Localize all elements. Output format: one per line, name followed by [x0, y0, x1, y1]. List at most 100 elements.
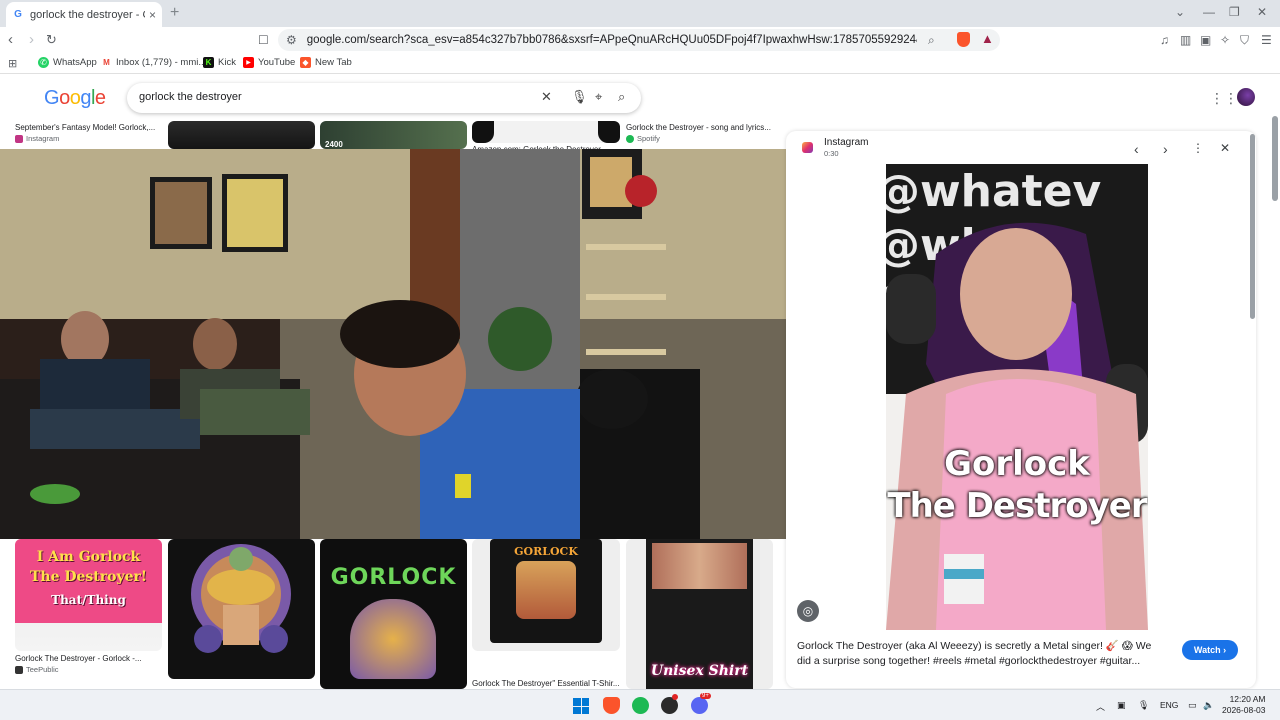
next-icon[interactable]: ›: [1163, 141, 1168, 157]
bookmark-youtube[interactable]: ▶ YouTube: [243, 57, 295, 68]
close-icon[interactable]: ✕: [1220, 141, 1230, 155]
search-query[interactable]: gorlock the destroyer: [139, 91, 242, 103]
spotify-icon[interactable]: [632, 697, 649, 714]
forward-icon[interactable]: ›: [29, 31, 34, 49]
site-info-icon[interactable]: ⚙: [286, 33, 297, 47]
search-box[interactable]: gorlock the destroyer ✕ 🎙 ⌖ ⌕: [127, 83, 641, 113]
avatar[interactable]: [1237, 88, 1255, 106]
voice-search-icon[interactable]: 🎙: [571, 89, 588, 105]
minimize-button[interactable]: —: [1203, 5, 1215, 19]
video-duration: 0:30: [824, 149, 839, 158]
url-text: google.com/search?sca_esv=a854c327b7bb07…: [306, 34, 917, 46]
logo-letter: G: [44, 87, 60, 109]
clear-search-icon[interactable]: ✕: [541, 89, 552, 105]
result-image[interactable]: Unisex Shirt: [626, 539, 773, 689]
network-icon[interactable]: ▭: [1188, 700, 1197, 711]
google-logo[interactable]: Google: [44, 87, 106, 110]
result-caption[interactable]: Gorlock The Destroyer" Essential T-Shir.…: [472, 679, 620, 688]
video-player[interactable]: [0, 149, 811, 539]
reel-title-line2: The Destroyer: [887, 486, 1147, 526]
brave-icon[interactable]: [603, 697, 620, 714]
bookmark-label: New Tab: [315, 57, 352, 68]
new-tab-button[interactable]: +: [170, 4, 179, 22]
result-image[interactable]: GORLOCK: [320, 539, 467, 689]
volume-icon[interactable]: 🔈: [1203, 700, 1214, 711]
result-image[interactable]: [168, 121, 315, 149]
result-caption[interactable]: Gorlock the Destroyer - song and lyrics.…: [626, 123, 776, 132]
windows-start-icon[interactable]: [573, 698, 589, 714]
logo-letter: o: [59, 87, 70, 109]
result-image[interactable]: GORLOCK: [472, 539, 620, 651]
panel-source[interactable]: Instagram: [824, 137, 868, 148]
tee-text: GORLOCK: [514, 545, 578, 558]
kick-icon: K: [203, 57, 214, 68]
spotify-icon: [626, 134, 634, 143]
image-preview-panel: Instagram 0:30 ‹ › ⋮ ✕ @whatev @whate @w…: [786, 131, 1256, 688]
previous-icon[interactable]: ‹: [1134, 141, 1139, 157]
menu-icon[interactable]: ☰: [1261, 31, 1272, 49]
bookmark-gmail[interactable]: M Inbox (1,779) - mmi...: [101, 57, 206, 68]
active-tab[interactable]: G gorlock the destroyer - Google Search …: [6, 2, 162, 27]
bookmark-new-tab[interactable]: ◆ New Tab: [300, 57, 352, 68]
more-options-icon[interactable]: ⋮: [1192, 141, 1204, 155]
reel-thumbnail[interactable]: @whatev @whate @wh Gorlock The Destroyer: [886, 164, 1148, 630]
google-favicon-icon: G: [14, 9, 22, 20]
tab-strip: G gorlock the destroyer - Google Search …: [0, 0, 1280, 27]
bookmark-label: Kick: [218, 57, 236, 68]
browser-toolbar: ‹ › ↻ ☐ ⚙ google.com/search?sca_esv=a854…: [0, 27, 1280, 54]
discord-icon[interactable]: [691, 697, 708, 714]
zoom-icon[interactable]: ⌕: [928, 31, 935, 49]
clock[interactable]: 12:20 AM 2026-08-03: [1222, 694, 1265, 716]
leo-ai-icon[interactable]: ✧: [1220, 31, 1230, 49]
gmail-icon: M: [101, 57, 112, 68]
bookmark-kick[interactable]: K Kick: [203, 57, 236, 68]
discord-badge: 9+: [700, 693, 711, 699]
maximize-button[interactable]: ❐: [1229, 5, 1240, 19]
result-image[interactable]: [168, 539, 315, 679]
logo-letter: o: [69, 87, 81, 109]
address-bar[interactable]: ⚙ google.com/search?sca_esv=a854c327b7bb…: [278, 29, 1000, 51]
panel-scrollbar[interactable]: [1250, 134, 1255, 319]
apps-grid-icon[interactable]: ⊞: [8, 57, 17, 70]
result-caption[interactable]: Gorlock The Destroyer - Gorlock -...: [15, 654, 155, 663]
bookmark-whatsapp[interactable]: ✆ WhatsApp: [38, 57, 97, 68]
result-image[interactable]: [472, 121, 620, 143]
tab-close-icon[interactable]: ×: [149, 8, 156, 22]
instagram-icon: [15, 134, 23, 143]
close-window-button[interactable]: ✕: [1257, 5, 1267, 19]
wallet-icon[interactable]: ▣: [1200, 31, 1211, 49]
back-icon[interactable]: ‹: [8, 31, 13, 49]
logo-letter: g: [80, 87, 91, 109]
app-tray-icon[interactable]: ▣: [1117, 700, 1126, 711]
lens-search-icon[interactable]: ⌖: [595, 89, 602, 105]
result-image[interactable]: I Am Gorlock The Destroyer! That/Thing: [15, 539, 162, 651]
language-indicator[interactable]: ENG: [1160, 700, 1178, 710]
vpn-icon[interactable]: ⛉: [1240, 31, 1249, 49]
google-apps-icon[interactable]: ⋮⋮: [1210, 90, 1238, 107]
microphone-icon[interactable]: 🎙: [1138, 700, 1149, 711]
result-caption[interactable]: September's Fantasy Model! Gorlock,...: [15, 123, 155, 132]
instagram-icon: [802, 142, 813, 153]
hidden-icons-chevron-icon[interactable]: ︿: [1096, 700, 1105, 713]
result-image[interactable]: 2400: [320, 121, 467, 149]
logo-letter: e: [94, 87, 106, 109]
shirt-text: That/Thing: [51, 593, 126, 607]
youtube-icon: ▶: [243, 57, 254, 68]
page-scrollbar[interactable]: [1272, 116, 1278, 201]
reel-description: Gorlock The Destroyer (aka Al Weeezy) is…: [797, 640, 1152, 667]
reel-title-line1: Gorlock: [944, 444, 1090, 484]
brave-icon: ◆: [300, 57, 311, 68]
lens-icon[interactable]: ◎: [797, 600, 819, 622]
search-icon[interactable]: ⌕: [618, 89, 625, 105]
result-source: Spotify: [626, 134, 660, 143]
unisex-shirt-text: Unisex Shirt: [650, 663, 749, 679]
media-icon[interactable]: ♫: [1160, 31, 1169, 49]
sidebar-icon[interactable]: ▥: [1180, 31, 1191, 49]
bookmark-icon[interactable]: ☐: [258, 31, 269, 49]
watch-button[interactable]: Watch ›: [1182, 640, 1238, 660]
tab-title: gorlock the destroyer - Google Search: [30, 8, 145, 21]
brave-rewards-icon[interactable]: ▲: [981, 31, 994, 46]
reload-icon[interactable]: ↻: [46, 31, 57, 49]
tab-search-icon[interactable]: ⌄: [1175, 5, 1185, 19]
brave-shields-icon[interactable]: [957, 32, 970, 47]
